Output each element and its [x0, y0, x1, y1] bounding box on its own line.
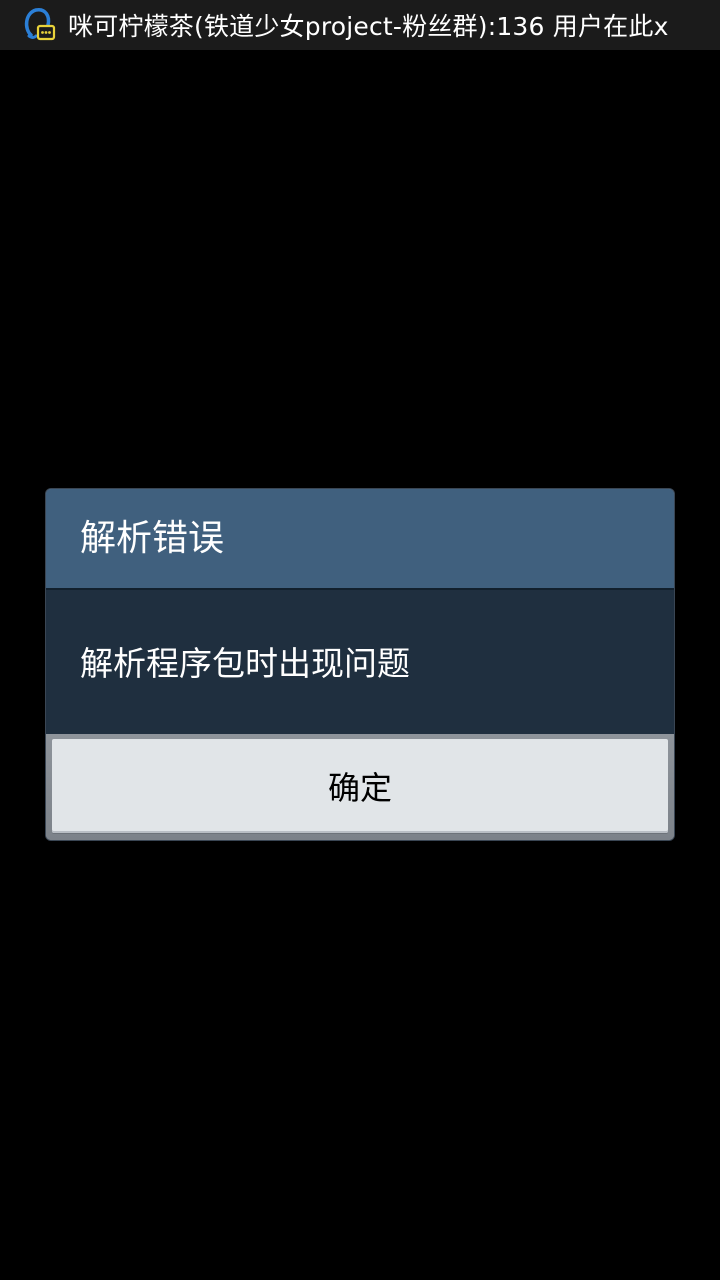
- dialog-message: 解析程序包时出现问题: [80, 644, 410, 683]
- dialog-title-bar: 解析错误: [46, 489, 674, 590]
- dialog-body: 解析程序包时出现问题: [46, 590, 674, 734]
- qq-message-icon: [24, 7, 56, 41]
- notification-ticker: 咪可柠檬茶(铁道少女project-粉丝群):136 用户在此x: [68, 12, 669, 41]
- screen: 咪可柠檬茶(铁道少女project-粉丝群):136 用户在此x 解析错误 解析…: [0, 0, 720, 1280]
- status-bar: 咪可柠檬茶(铁道少女project-粉丝群):136 用户在此x: [0, 0, 720, 50]
- parse-error-dialog: 解析错误 解析程序包时出现问题 确定: [46, 489, 674, 840]
- dialog-title: 解析错误: [80, 518, 225, 559]
- ok-button-label: 确定: [327, 769, 392, 807]
- dialog-button-bar: 确定: [46, 734, 674, 840]
- ok-button[interactable]: 确定: [52, 739, 668, 833]
